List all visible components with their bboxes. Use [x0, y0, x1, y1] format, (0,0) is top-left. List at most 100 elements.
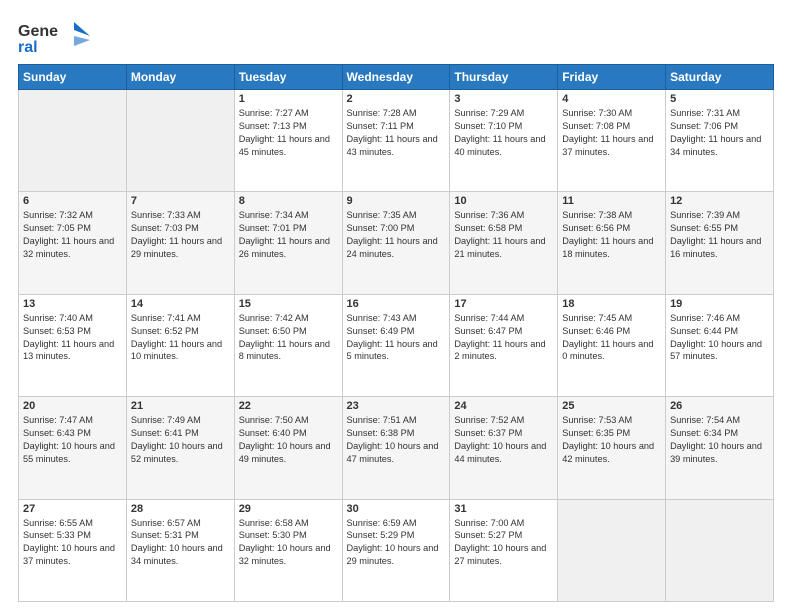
sunrise-text: Sunrise: 7:43 AM [347, 313, 417, 323]
day-number: 14 [131, 298, 230, 310]
daylight-text: Daylight: 10 hours and 39 minutes. [670, 441, 762, 464]
day-number: 13 [23, 298, 122, 310]
daylight-text: Daylight: 11 hours and 29 minutes. [131, 236, 222, 259]
calendar-day-4: 4Sunrise: 7:30 AMSunset: 7:08 PMDaylight… [558, 90, 666, 192]
sunset-text: Sunset: 7:05 PM [23, 223, 91, 233]
day-info: Sunrise: 7:34 AMSunset: 7:01 PMDaylight:… [239, 209, 338, 261]
day-number: 7 [131, 195, 230, 207]
sunrise-text: Sunrise: 7:44 AM [454, 313, 524, 323]
day-info: Sunrise: 7:43 AMSunset: 6:49 PMDaylight:… [347, 312, 446, 364]
weekday-header-friday: Friday [558, 65, 666, 90]
sunset-text: Sunset: 7:10 PM [454, 121, 522, 131]
weekday-header-tuesday: Tuesday [234, 65, 342, 90]
daylight-text: Daylight: 10 hours and 37 minutes. [23, 543, 115, 566]
daylight-text: Daylight: 11 hours and 40 minutes. [454, 134, 545, 157]
day-info: Sunrise: 7:42 AMSunset: 6:50 PMDaylight:… [239, 312, 338, 364]
calendar-day-empty [19, 90, 127, 192]
day-number: 6 [23, 195, 122, 207]
daylight-text: Daylight: 10 hours and 52 minutes. [131, 441, 223, 464]
day-number: 1 [239, 93, 338, 105]
calendar-day-13: 13Sunrise: 7:40 AMSunset: 6:53 PMDayligh… [19, 294, 127, 396]
calendar-day-10: 10Sunrise: 7:36 AMSunset: 6:58 PMDayligh… [450, 192, 558, 294]
day-number: 5 [670, 93, 769, 105]
sunset-text: Sunset: 6:49 PM [347, 326, 415, 336]
day-number: 12 [670, 195, 769, 207]
sunset-text: Sunset: 6:53 PM [23, 326, 91, 336]
calendar-day-11: 11Sunrise: 7:38 AMSunset: 6:56 PMDayligh… [558, 192, 666, 294]
calendar-week-1: 1Sunrise: 7:27 AMSunset: 7:13 PMDaylight… [19, 90, 774, 192]
daylight-text: Daylight: 10 hours and 42 minutes. [562, 441, 654, 464]
sunrise-text: Sunrise: 7:29 AM [454, 108, 524, 118]
sunset-text: Sunset: 6:52 PM [131, 326, 199, 336]
sunrise-text: Sunrise: 7:33 AM [131, 210, 201, 220]
sunset-text: Sunset: 6:37 PM [454, 428, 522, 438]
day-number: 29 [239, 503, 338, 515]
daylight-text: Daylight: 11 hours and 18 minutes. [562, 236, 653, 259]
sunset-text: Sunset: 6:44 PM [670, 326, 738, 336]
day-info: Sunrise: 7:28 AMSunset: 7:11 PMDaylight:… [347, 107, 446, 159]
sunrise-text: Sunrise: 7:40 AM [23, 313, 93, 323]
sunrise-text: Sunrise: 7:27 AM [239, 108, 309, 118]
daylight-text: Daylight: 11 hours and 37 minutes. [562, 134, 653, 157]
daylight-text: Daylight: 11 hours and 32 minutes. [23, 236, 114, 259]
calendar-day-empty [558, 499, 666, 601]
calendar-week-2: 6 Sunrise: 7:32 AMSunset: 7:05 PMDaylight… [19, 192, 774, 294]
sunset-text: Sunset: 6:50 PM [239, 326, 307, 336]
sunrise-text: Sunrise: 6:59 AM [347, 518, 417, 528]
day-info: Sunrise: 7:32 AMSunset: 7:05 PMDaylight:… [23, 209, 122, 261]
day-info: Sunrise: 6:57 AMSunset: 5:31 PMDaylight:… [131, 517, 230, 569]
day-number: 26 [670, 400, 769, 412]
sunrise-text: Sunrise: 7:53 AM [562, 415, 632, 425]
calendar-day-24: 24Sunrise: 7:52 AMSunset: 6:37 PMDayligh… [450, 397, 558, 499]
day-number: 22 [239, 400, 338, 412]
calendar-page: Gene ral SundayMondayTuesdayWednesdayThu… [0, 0, 792, 612]
day-info: Sunrise: 7:51 AMSunset: 6:38 PMDaylight:… [347, 414, 446, 466]
day-number: 28 [131, 503, 230, 515]
day-info: Sunrise: 7:53 AMSunset: 6:35 PMDaylight:… [562, 414, 661, 466]
svg-text:Gene: Gene [18, 23, 58, 40]
daylight-text: Daylight: 11 hours and 21 minutes. [454, 236, 545, 259]
sunset-text: Sunset: 5:31 PM [131, 530, 199, 540]
calendar-day-1: 1Sunrise: 7:27 AMSunset: 7:13 PMDaylight… [234, 90, 342, 192]
day-info: Sunrise: 7:35 AMSunset: 7:00 PMDaylight:… [347, 209, 446, 261]
day-info: Sunrise: 7:41 AMSunset: 6:52 PMDaylight:… [131, 312, 230, 364]
sunset-text: Sunset: 6:55 PM [670, 223, 738, 233]
sunrise-text: Sunrise: 7:39 AM [670, 210, 740, 220]
day-number: 31 [454, 503, 553, 515]
daylight-text: Daylight: 11 hours and 34 minutes. [670, 134, 761, 157]
day-number: 10 [454, 195, 553, 207]
day-number: 19 [670, 298, 769, 310]
calendar-day-17: 17Sunrise: 7:44 AMSunset: 6:47 PMDayligh… [450, 294, 558, 396]
daylight-text: Daylight: 11 hours and 2 minutes. [454, 339, 545, 362]
calendar-day-7: 7Sunrise: 7:33 AMSunset: 7:03 PMDaylight… [126, 192, 234, 294]
sunrise-text: Sunrise: 7:52 AM [454, 415, 524, 425]
sunrise-text: Sunrise: 7:36 AM [454, 210, 524, 220]
day-number: 30 [347, 503, 446, 515]
logo-svg: Gene ral [18, 18, 98, 56]
weekday-header-saturday: Saturday [666, 65, 774, 90]
calendar-table: SundayMondayTuesdayWednesdayThursdayFrid… [18, 64, 774, 602]
day-info: Sunrise: 6:58 AMSunset: 5:30 PMDaylight:… [239, 517, 338, 569]
day-info: Sunrise: 7:00 AMSunset: 5:27 PMDaylight:… [454, 517, 553, 569]
day-number: 24 [454, 400, 553, 412]
sunset-text: Sunset: 6:43 PM [23, 428, 91, 438]
logo: Gene ral [18, 18, 98, 56]
day-info: Sunrise: 7:47 AMSunset: 6:43 PMDaylight:… [23, 414, 122, 466]
sunrise-text: Sunrise: 7:30 AM [562, 108, 632, 118]
daylight-text: Daylight: 11 hours and 45 minutes. [239, 134, 330, 157]
day-number: 3 [454, 93, 553, 105]
daylight-text: Daylight: 11 hours and 8 minutes. [239, 339, 330, 362]
day-info: Sunrise: 7:39 AMSunset: 6:55 PMDaylight:… [670, 209, 769, 261]
weekday-header-sunday: Sunday [19, 65, 127, 90]
daylight-text: Daylight: 10 hours and 57 minutes. [670, 339, 762, 362]
calendar-day-28: 28 Sunrise: 6:57 AMSunset: 5:31 PMDayligh… [126, 499, 234, 601]
header: Gene ral [18, 18, 774, 56]
calendar-body: 1Sunrise: 7:27 AMSunset: 7:13 PMDaylight… [19, 90, 774, 602]
day-number: 8 [239, 195, 338, 207]
calendar-day-21: 21 Sunrise: 7:49 AMSunset: 6:41 PMDayligh… [126, 397, 234, 499]
day-number: 15 [239, 298, 338, 310]
day-number: 21 [131, 400, 230, 412]
sunset-text: Sunset: 5:29 PM [347, 530, 415, 540]
day-info: Sunrise: 7:49 AMSunset: 6:41 PMDaylight:… [131, 414, 230, 466]
daylight-text: Daylight: 10 hours and 27 minutes. [454, 543, 546, 566]
